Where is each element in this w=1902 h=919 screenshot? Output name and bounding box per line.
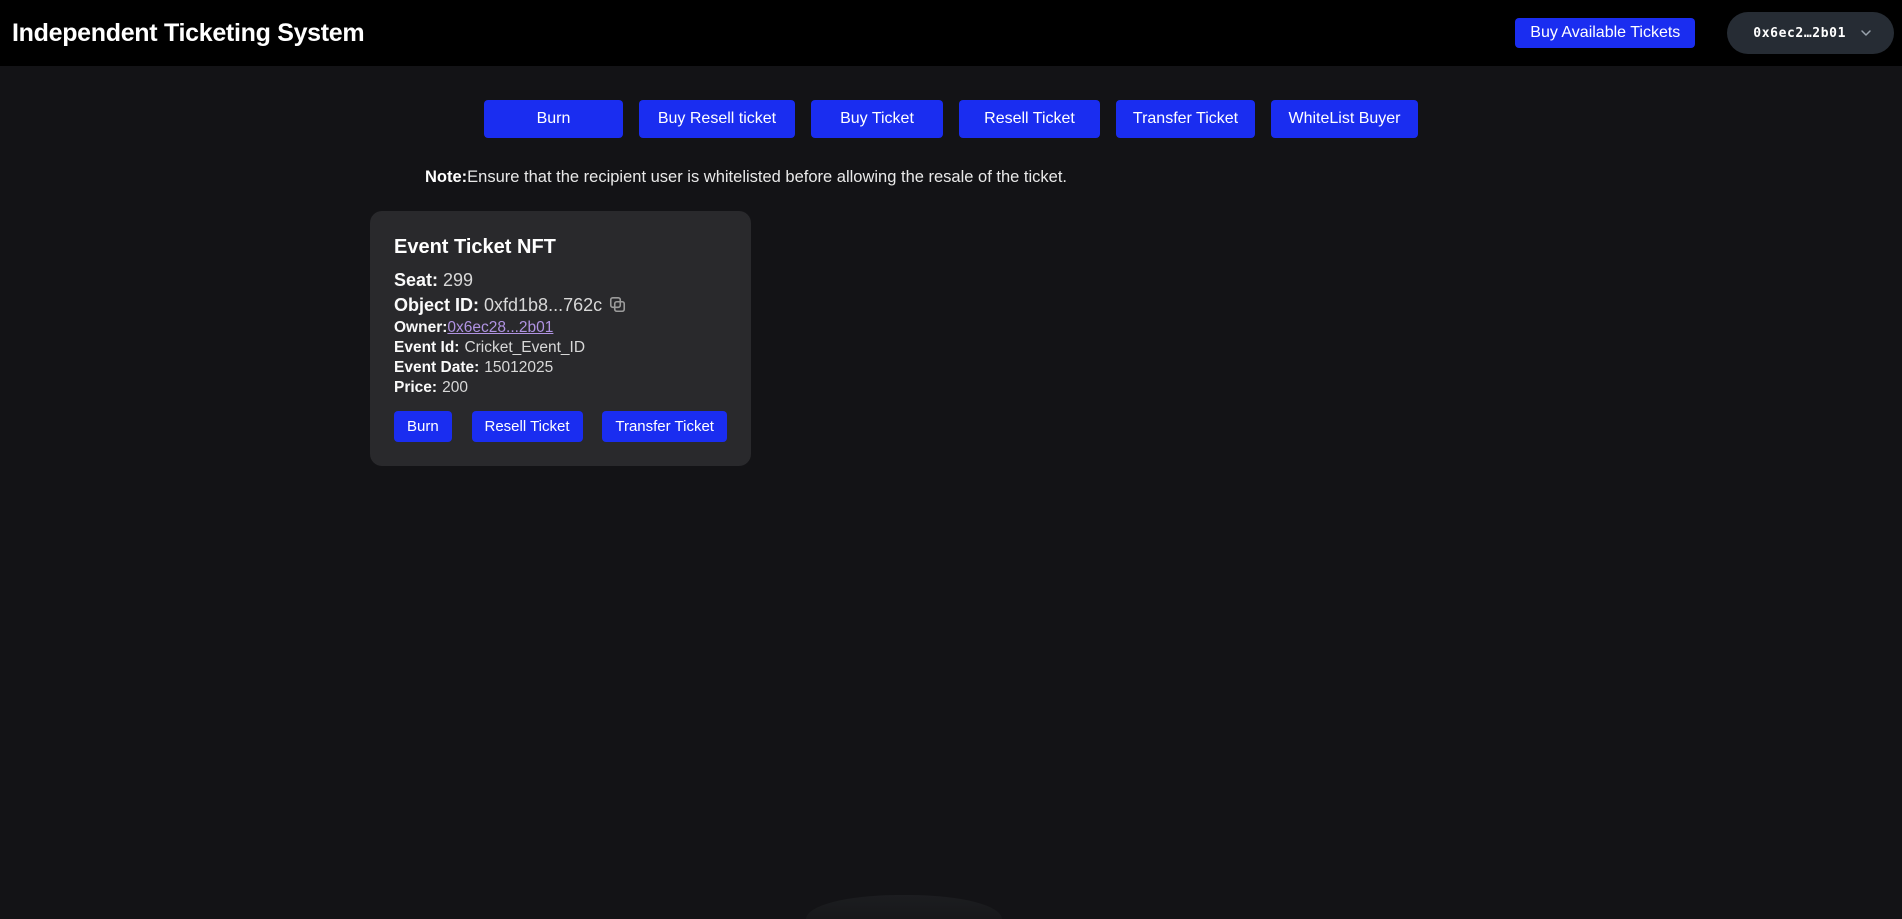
ticket-card-title: Event Ticket NFT [394, 235, 727, 259]
event-id-row: Event Id: Cricket_Event_ID [394, 338, 727, 358]
seat-label: Seat: [394, 270, 438, 290]
owner-label: Owner: [394, 319, 447, 336]
object-id-row: Object ID:0xfd1b8...762c [394, 293, 727, 318]
nav-buy-ticket-button[interactable]: Buy Ticket [811, 100, 943, 138]
app-header: Independent Ticketing System Buy Availab… [0, 0, 1902, 66]
event-date-value: 15012025 [484, 359, 553, 376]
card-transfer-ticket-button[interactable]: Transfer Ticket [602, 411, 727, 442]
note-text: Note:Ensure that the recipient user is w… [425, 168, 1902, 187]
wallet-address-dropdown[interactable]: 0x6ec2…2b01 [1727, 12, 1894, 54]
bottom-toast-edge [806, 895, 1002, 919]
object-id-value: 0xfd1b8...762c [484, 295, 602, 315]
owner-row: Owner:0x6ec28...2b01 [394, 318, 727, 338]
note-label: Note: [425, 168, 467, 186]
event-date-row: Event Date: 15012025 [394, 358, 727, 378]
seat-row: Seat:299 [394, 268, 727, 293]
price-label: Price: [394, 379, 437, 396]
ticket-card: Event Ticket NFT Seat:299 Object ID:0xfd… [370, 211, 751, 466]
main-content: Burn Buy Resell ticket Buy Ticket Resell… [0, 100, 1902, 466]
ticket-card-actions: Burn Resell Ticket Transfer Ticket [394, 411, 727, 442]
action-button-row: Burn Buy Resell ticket Buy Ticket Resell… [0, 100, 1902, 138]
object-id-label: Object ID: [394, 295, 479, 315]
card-resell-ticket-button[interactable]: Resell Ticket [472, 411, 583, 442]
nav-whitelist-buyer-button[interactable]: WhiteList Buyer [1271, 100, 1418, 138]
event-id-value: Cricket_Event_ID [464, 339, 585, 356]
card-burn-button[interactable]: Burn [394, 411, 452, 442]
price-value: 200 [442, 379, 468, 396]
wallet-address: 0x6ec2…2b01 [1753, 26, 1846, 41]
note-body: Ensure that the recipient user is whitel… [467, 168, 1067, 186]
nav-burn-button[interactable]: Burn [484, 100, 623, 138]
header-actions: Buy Available Tickets 0x6ec2…2b01 [1515, 12, 1894, 54]
event-date-label: Event Date: [394, 359, 479, 376]
nav-resell-ticket-button[interactable]: Resell Ticket [959, 100, 1100, 138]
chevron-down-icon [1858, 25, 1874, 41]
buy-available-tickets-button[interactable]: Buy Available Tickets [1515, 18, 1695, 48]
owner-address-link[interactable]: 0x6ec28...2b01 [447, 319, 553, 336]
app-title: Independent Ticketing System [12, 19, 364, 48]
copy-icon[interactable] [608, 295, 627, 314]
nav-buy-resell-ticket-button[interactable]: Buy Resell ticket [639, 100, 795, 138]
nav-transfer-ticket-button[interactable]: Transfer Ticket [1116, 100, 1255, 138]
price-row: Price: 200 [394, 378, 727, 398]
event-id-label: Event Id: [394, 339, 459, 356]
seat-value: 299 [443, 270, 473, 290]
